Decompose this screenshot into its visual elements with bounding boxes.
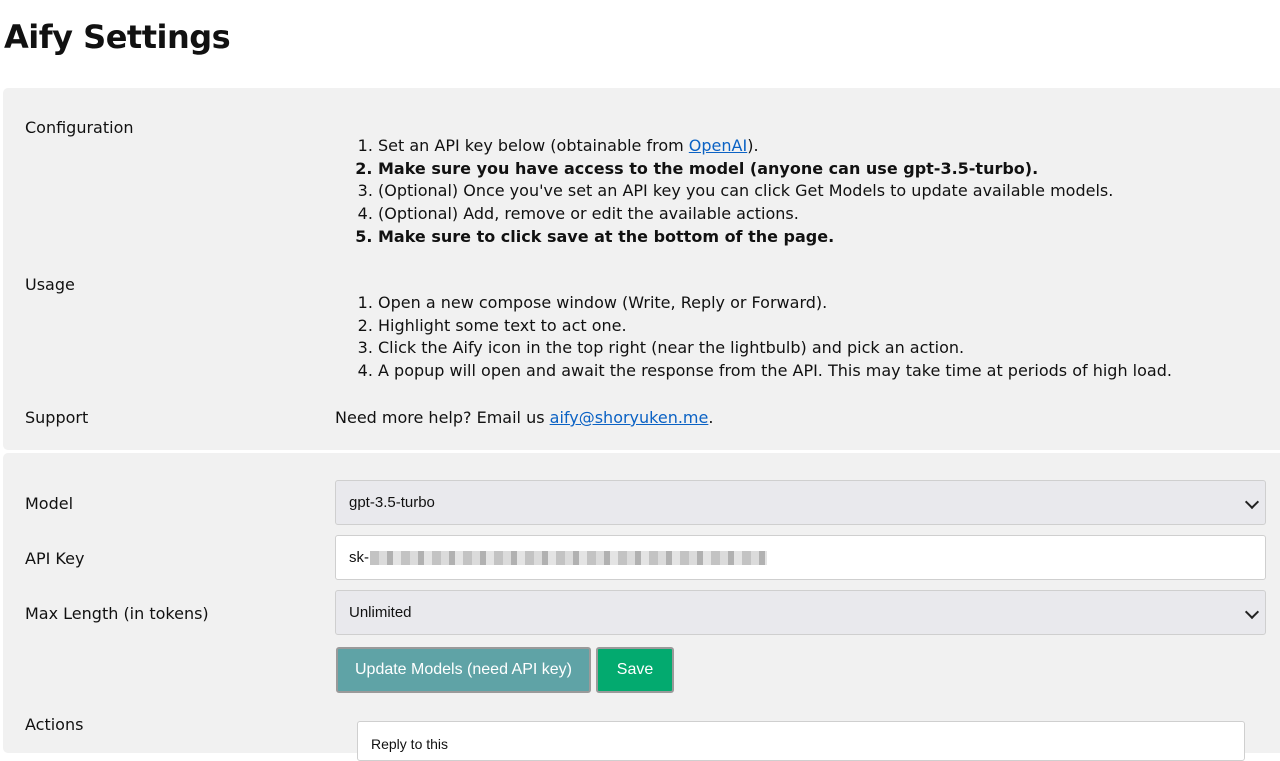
step-text: Set an API key below (obtainable from (378, 136, 689, 155)
chevron-down-icon (1244, 604, 1260, 619)
actions-label: Actions (25, 715, 84, 734)
support-text-post: . (708, 408, 714, 427)
action-input[interactable]: Reply to this (357, 721, 1245, 761)
page-title: Aify Settings (4, 18, 231, 56)
configuration-step: (Optional) Once you've set an API key yo… (378, 180, 1113, 203)
model-label: Model (25, 494, 74, 513)
configuration-step: Make sure you have access to the model (… (378, 158, 1113, 181)
usage-label: Usage (25, 275, 75, 294)
save-button[interactable]: Save (596, 647, 674, 693)
configuration-step: (Optional) Add, remove or edit the avail… (378, 203, 1113, 226)
usage-step: Click the Aify icon in the top right (ne… (378, 337, 1172, 360)
max-length-select[interactable]: Unlimited (335, 590, 1266, 635)
model-select-value: gpt-3.5-turbo (349, 494, 435, 511)
configuration-steps: Set an API key below (obtainable from Op… (378, 135, 1113, 249)
support-text: Need more help? Email us aify@shoryuken.… (335, 408, 713, 427)
max-length-label: Max Length (in tokens) (25, 604, 209, 623)
step-text: ). (747, 136, 759, 155)
usage-step: Highlight some text to act one. (378, 315, 1172, 338)
support-email-link[interactable]: aify@shoryuken.me (550, 408, 709, 427)
api-key-prefix: sk- (349, 549, 369, 566)
usage-steps: Open a new compose window (Write, Reply … (378, 292, 1172, 383)
usage-step: A popup will open and await the response… (378, 360, 1172, 383)
configuration-step: Make sure to click save at the bottom of… (378, 226, 1113, 249)
configuration-label: Configuration (25, 118, 134, 137)
redacted-key-mask (370, 550, 767, 565)
api-key-label: API Key (25, 549, 85, 568)
update-models-button[interactable]: Update Models (need API key) (336, 647, 591, 693)
configuration-step: Set an API key below (obtainable from Op… (378, 135, 1113, 158)
api-key-input[interactable]: sk- (335, 535, 1266, 580)
max-length-select-value: Unlimited (349, 604, 412, 621)
openai-link[interactable]: OpenAI (689, 136, 747, 155)
support-label: Support (25, 408, 89, 427)
usage-step: Open a new compose window (Write, Reply … (378, 292, 1172, 315)
chevron-down-icon (1244, 494, 1260, 509)
support-text-pre: Need more help? Email us (335, 408, 550, 427)
model-select[interactable]: gpt-3.5-turbo (335, 480, 1266, 525)
